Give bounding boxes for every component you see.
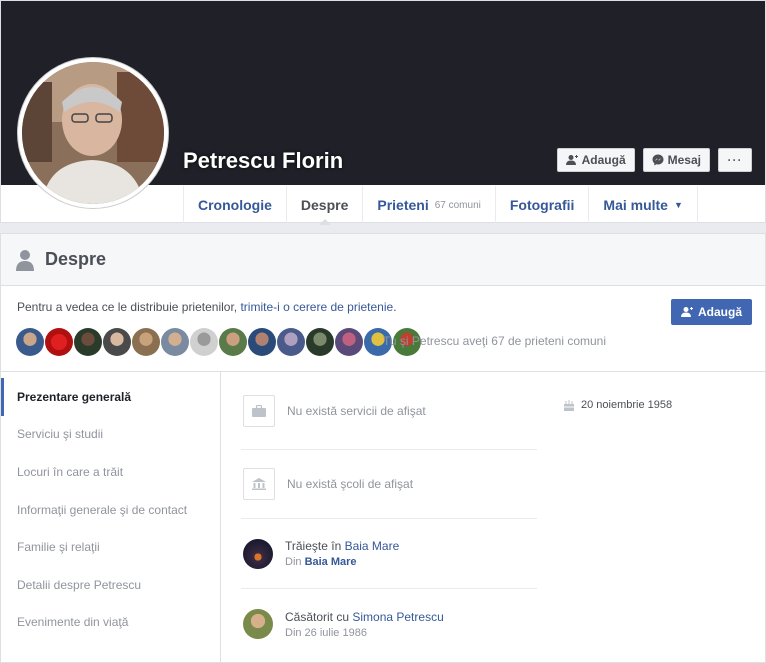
nav-item-familie[interactable]: Familie şi relaţii [1, 528, 220, 566]
mutual-friend-avatar[interactable] [45, 328, 73, 356]
briefcase-icon [243, 394, 275, 427]
nav-item-evenimente[interactable]: Evenimente din viaţă [1, 604, 220, 642]
tab-cronologie[interactable]: Cronologie [184, 186, 287, 224]
work-empty-text: Nu există servicii de afişat [287, 403, 426, 418]
mutual-friend-avatar[interactable] [74, 328, 102, 356]
message-label: Mesaj [667, 153, 701, 167]
profile-header: Petrescu Florin Adaugă Mesaj ··· Cronolo… [0, 0, 766, 225]
tab-label: Mai multe [603, 197, 668, 213]
school-icon [243, 468, 275, 500]
spouse-thumbnail[interactable] [243, 609, 273, 639]
from-prefix: Din [285, 556, 305, 568]
message-button[interactable]: Mesaj [642, 148, 710, 172]
add-friend-label: Adaugă [697, 305, 742, 319]
cover-actions: Adaugă Mesaj ··· [556, 148, 752, 172]
lives-in-text: Trăieşte în Baia Mare Din Baia Mare [285, 539, 399, 568]
request-suffix: . [393, 300, 397, 314]
mutual-friend-avatar[interactable] [306, 328, 334, 356]
birthday-info: 20 noiembrie 1958 [563, 399, 672, 411]
lives-in-row: Trăieşte în Baia Mare Din Baia Mare [241, 519, 537, 589]
birthday-text: 20 noiembrie 1958 [581, 399, 673, 411]
city-thumbnail[interactable] [243, 538, 273, 569]
school-empty-text: Nu există şcoli de afişat [287, 477, 414, 491]
nav-item-serviciu[interactable]: Serviciu şi studii [1, 416, 220, 454]
nav-item-locuri[interactable]: Locuri în care a trăit [1, 453, 220, 491]
married-row: Căsătorit cu Simona Petrescu Din 26 iuli… [241, 589, 537, 659]
add-friend-button[interactable]: Adaugă [556, 148, 635, 172]
mutual-friend-avatar[interactable] [219, 328, 247, 356]
mutual-count: 67 comuni [434, 199, 481, 211]
send-request-link[interactable]: trimite-i o cerere de prietenie [240, 300, 393, 314]
add-friend-icon [565, 155, 578, 165]
spouse-link[interactable]: Simona Petrescu [352, 610, 443, 624]
profile-tabs: Cronologie Despre Prieteni 67 comuni Foto… [183, 186, 698, 225]
messenger-icon [652, 154, 664, 166]
mutual-friend-avatar[interactable] [277, 328, 305, 356]
tab-label: Despre [300, 197, 349, 213]
add-friend-icon [680, 307, 693, 317]
lives-city-link[interactable]: Baia Mare [345, 539, 400, 553]
tab-mai-multe[interactable]: Mai multe ▼ [589, 186, 698, 224]
person-icon [16, 249, 34, 271]
add-friend-label: Adaugă [581, 153, 626, 167]
mutual-friend-avatar[interactable] [16, 328, 44, 356]
married-prefix: Căsătorit cu [285, 609, 353, 624]
profile-picture[interactable] [17, 57, 169, 209]
lives-prefix: Trăieşte în [285, 539, 345, 553]
mutual-friends-text[interactable]: Tu şi Petrescu aveţi 67 de prieteni comu… [383, 334, 606, 348]
tab-despre[interactable]: Despre [287, 186, 364, 225]
about-side-nav: Prezentare generală Serviciu şi studii L… [1, 372, 221, 662]
tab-label: Prieteni [377, 197, 429, 213]
tab-prieteni[interactable]: Prieteni 67 comuni [363, 186, 496, 224]
about-section: Despre Pentru a vedea ce le distribuie p… [0, 233, 766, 663]
more-dots-icon: ··· [727, 153, 743, 167]
married-since: Din 26 iulie 1986 [285, 626, 367, 639]
cake-icon [564, 400, 574, 411]
from-city-link[interactable]: Baia Mare [305, 556, 357, 568]
friend-request-message: Pentru a vedea ce le distribuie prieteni… [17, 300, 397, 314]
tab-label: Fotografii [509, 197, 575, 213]
nav-item-prezentare[interactable]: Prezentare generală [1, 378, 220, 416]
mutual-friend-avatar[interactable] [161, 328, 189, 356]
add-friend-blue-button[interactable]: Adaugă [670, 299, 752, 325]
work-row: Nu există servicii de afişat [241, 372, 537, 450]
about-header: Despre [1, 234, 765, 286]
married-text: Căsătorit cu Simona Petrescu Din 26 iuli… [285, 610, 444, 639]
mutual-friend-avatar[interactable] [132, 328, 160, 356]
tab-label: Cronologie [198, 197, 272, 213]
profile-photo-image [22, 62, 164, 204]
friend-request-panel: Pentru a vedea ce le distribuie prieteni… [1, 286, 765, 372]
nav-item-contact[interactable]: Informaţii generale şi de contact [1, 491, 220, 529]
school-row: Nu există şcoli de afişat [241, 450, 537, 519]
mutual-friend-avatar[interactable] [190, 328, 218, 356]
mutual-friend-avatar[interactable] [335, 328, 363, 356]
about-title: Despre [45, 249, 107, 269]
mutual-friend-avatar[interactable] [103, 328, 131, 356]
caret-down-icon: ▼ [673, 200, 683, 210]
about-body: Prezentare generală Serviciu şi studii L… [1, 372, 765, 662]
nav-item-detalii[interactable]: Detalii despre Petrescu [1, 566, 220, 604]
mutual-friends-avatars [16, 328, 421, 356]
overview-content: Nu există servicii de afişat Nu există ş… [241, 372, 537, 659]
profile-name[interactable]: Petrescu Florin [183, 148, 343, 174]
request-prefix: Pentru a vedea ce le distribuie prieteni… [17, 300, 241, 314]
tab-fotografii[interactable]: Fotografii [496, 186, 590, 224]
more-options-button[interactable]: ··· [718, 148, 752, 172]
mutual-friend-avatar[interactable] [248, 328, 276, 356]
